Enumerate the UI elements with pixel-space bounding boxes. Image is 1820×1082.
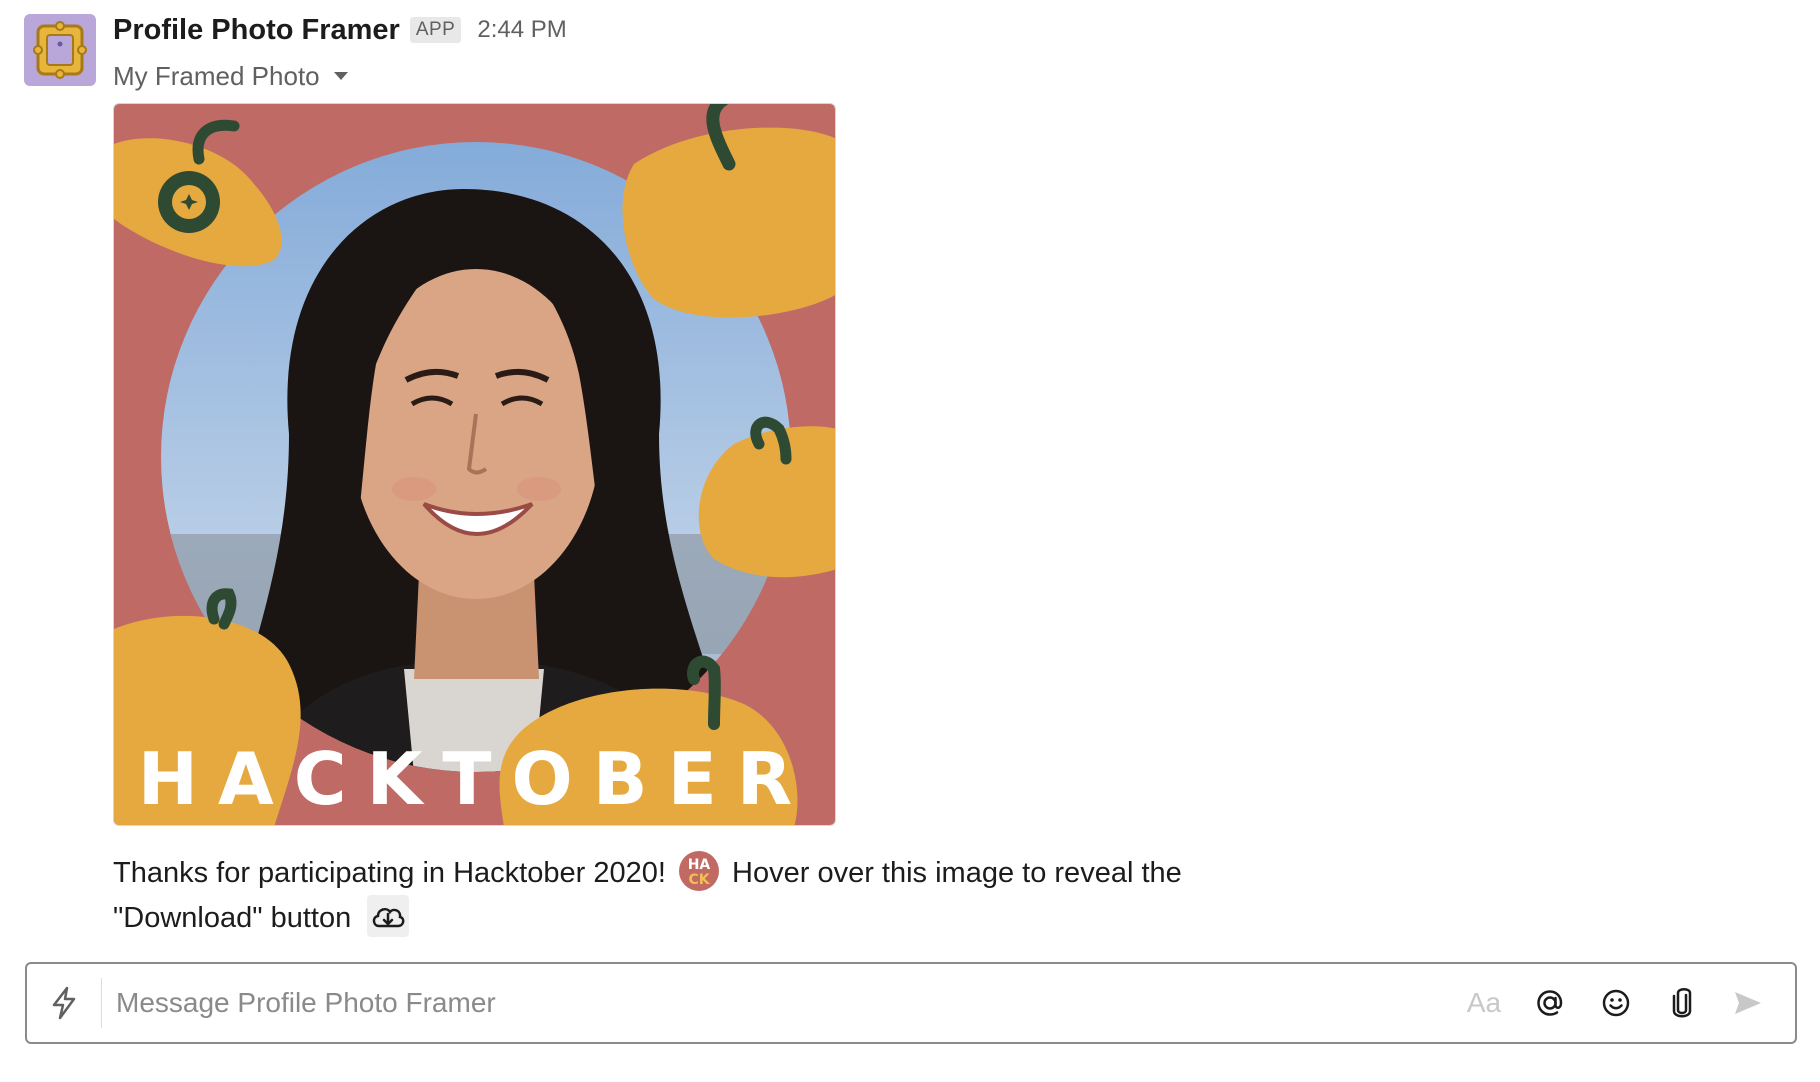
emoji-button[interactable] bbox=[1583, 978, 1649, 1028]
framed-photo-graphic: HACKTOBER bbox=[114, 104, 835, 825]
framed-photo-image[interactable]: HACKTOBER bbox=[113, 103, 836, 826]
shortcuts-button[interactable] bbox=[27, 978, 102, 1028]
hacktober-banner-text: HACKTOBER bbox=[138, 737, 812, 821]
attachment-title[interactable]: My Framed Photo bbox=[113, 58, 348, 94]
caret-down-icon[interactable] bbox=[333, 72, 348, 80]
picture-frame-icon bbox=[33, 21, 87, 79]
timestamp[interactable]: 2:44 PM bbox=[477, 16, 566, 44]
hack-emoji-icon[interactable]: HA CK bbox=[678, 850, 720, 892]
formatting-label: Aa bbox=[1466, 987, 1502, 1018]
message-composer: Aa bbox=[25, 962, 1797, 1044]
send-button[interactable] bbox=[1715, 978, 1781, 1028]
hack-emoji-bottom-text: CK bbox=[688, 872, 710, 888]
sender-name[interactable]: Profile Photo Framer bbox=[113, 14, 400, 47]
app-avatar[interactable] bbox=[24, 14, 96, 86]
attachment-title-label: My Framed Photo bbox=[113, 60, 320, 91]
message-text-part2: Hover over this image to reveal the bbox=[732, 857, 1182, 889]
mention-button[interactable] bbox=[1517, 978, 1583, 1028]
composer-tools: Aa bbox=[1451, 978, 1795, 1028]
send-icon bbox=[1735, 992, 1761, 1014]
message-header: Profile Photo Framer APP 2:44 PM bbox=[113, 10, 567, 50]
attach-button[interactable] bbox=[1649, 978, 1715, 1028]
formatting-button[interactable]: Aa bbox=[1451, 978, 1517, 1028]
message-input[interactable] bbox=[102, 972, 1451, 1034]
lightning-icon bbox=[52, 986, 76, 1020]
smiley-icon bbox=[1602, 989, 1630, 1017]
app-badge: APP bbox=[409, 17, 462, 43]
message-body: Thanks for participating in Hacktober 20… bbox=[113, 850, 1333, 940]
cloud-download-icon bbox=[373, 907, 405, 928]
message-text-part1: Thanks for participating in Hacktober 20… bbox=[113, 857, 666, 889]
paperclip-icon bbox=[1672, 988, 1692, 1018]
at-sign-icon bbox=[1537, 990, 1563, 1016]
hack-emoji-top-text: HA bbox=[688, 857, 711, 873]
message-text-part3: "Download" button bbox=[113, 902, 352, 934]
cloud-download-emoji[interactable] bbox=[367, 895, 410, 937]
